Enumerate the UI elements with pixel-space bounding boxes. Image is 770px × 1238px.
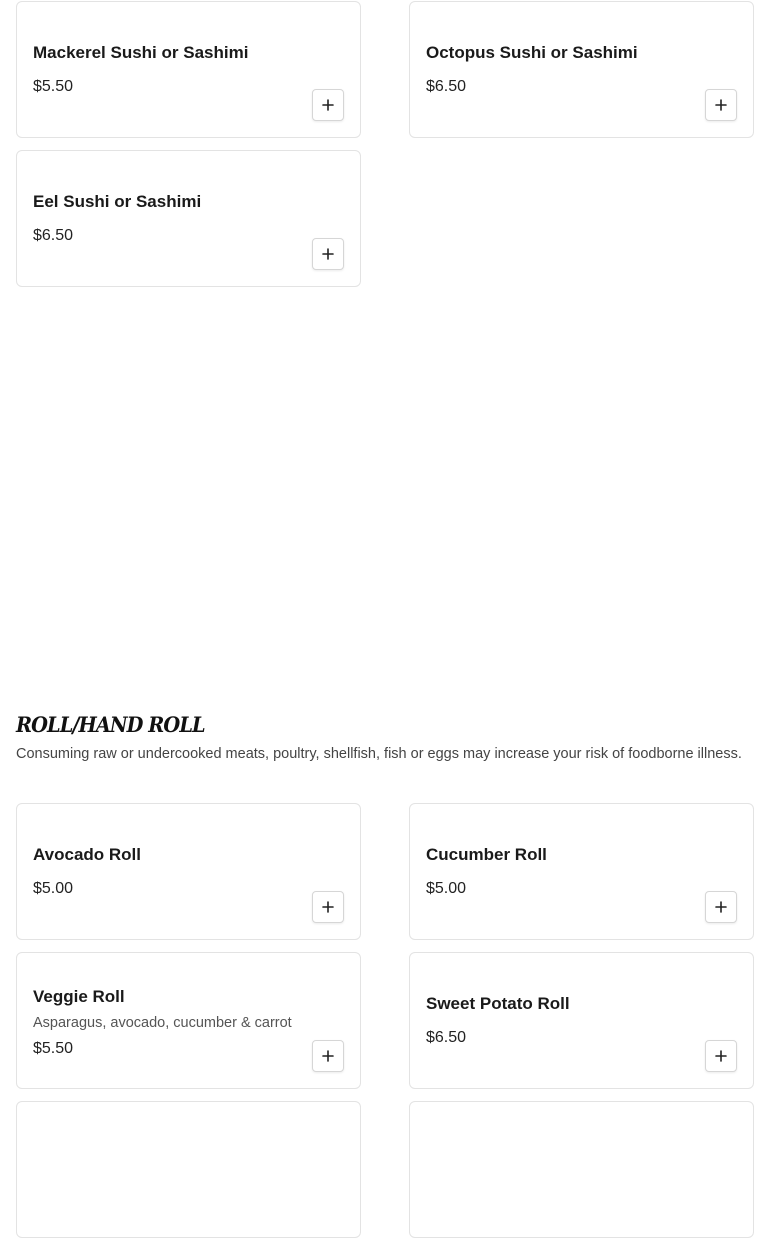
menu-item-price: $6.50 bbox=[33, 226, 74, 244]
menu-item-name: Mackerel Sushi or Sashimi bbox=[33, 42, 249, 62]
menu-item-name: Octopus Sushi or Sashimi bbox=[426, 42, 638, 62]
menu-item-price: $6.50 bbox=[426, 77, 467, 95]
plus-icon bbox=[715, 901, 727, 913]
add-to-cart-button[interactable] bbox=[705, 1040, 737, 1072]
menu-item-name: Sweet Potato Roll bbox=[426, 993, 570, 1013]
menu-item-card[interactable]: Avocado Roll $5.00 bbox=[16, 803, 361, 940]
menu-item-body: Octopus Sushi or Sashimi $6.50 bbox=[426, 2, 693, 137]
add-to-cart-button[interactable] bbox=[312, 1040, 344, 1072]
menu-item-name: Avocado Roll bbox=[33, 844, 141, 864]
menu-item-body: Eel Sushi or Sashimi $6.50 bbox=[33, 151, 300, 286]
menu-item-body: Avocado Roll $5.00 bbox=[33, 804, 300, 939]
add-to-cart-button[interactable] bbox=[312, 891, 344, 923]
plus-icon bbox=[322, 99, 334, 111]
add-to-cart-button[interactable] bbox=[705, 891, 737, 923]
menu-item-card[interactable]: Eel Sushi or Sashimi $6.50 bbox=[16, 150, 361, 287]
menu-item-body: Mackerel Sushi or Sashimi $5.50 bbox=[33, 2, 300, 137]
menu-item-body: Cucumber Roll $5.00 bbox=[426, 804, 693, 939]
menu-item-price: $5.50 bbox=[33, 77, 74, 95]
menu-item-card[interactable] bbox=[16, 1101, 361, 1238]
menu-item-card[interactable] bbox=[409, 1101, 754, 1238]
add-to-cart-button[interactable] bbox=[705, 89, 737, 121]
plus-icon bbox=[322, 248, 334, 260]
menu-item-card[interactable]: Octopus Sushi or Sashimi $6.50 bbox=[409, 1, 754, 138]
menu-item-name: Eel Sushi or Sashimi bbox=[33, 191, 202, 211]
menu-item-body: Sweet Potato Roll $6.50 bbox=[426, 953, 693, 1088]
menu-item-price: $6.50 bbox=[426, 1028, 467, 1046]
menu-item-price: $5.00 bbox=[426, 879, 467, 897]
plus-icon bbox=[715, 1050, 727, 1062]
menu-item-card[interactable]: Sweet Potato Roll $6.50 bbox=[409, 952, 754, 1089]
menu-item-card[interactable]: Veggie Roll Asparagus, avocado, cucumber… bbox=[16, 952, 361, 1089]
plus-icon bbox=[322, 1050, 334, 1062]
menu-item-card[interactable]: Cucumber Roll $5.00 bbox=[409, 803, 754, 940]
plus-icon bbox=[322, 901, 334, 913]
menu-items-grid-sushi: Mackerel Sushi or Sashimi $5.50 Octopus … bbox=[16, 1, 754, 287]
plus-icon bbox=[715, 99, 727, 111]
add-to-cart-button[interactable] bbox=[312, 89, 344, 121]
menu-item-price: $5.00 bbox=[33, 879, 74, 897]
menu-item-price: $5.50 bbox=[33, 1040, 74, 1057]
menu-items-grid-rolls: Avocado Roll $5.00 Cucumber Roll $5.00 V… bbox=[16, 803, 754, 1238]
menu-item-body: Veggie Roll Asparagus, avocado, cucumber… bbox=[33, 953, 300, 1088]
menu-item-name: Cucumber Roll bbox=[426, 844, 547, 864]
add-to-cart-button[interactable] bbox=[312, 238, 344, 270]
menu-item-description: Asparagus, avocado, cucumber & carrot bbox=[33, 1015, 292, 1031]
section-disclaimer: Consuming raw or undercooked meats, poul… bbox=[16, 746, 742, 762]
menu-item-card[interactable]: Mackerel Sushi or Sashimi $5.50 bbox=[16, 1, 361, 138]
menu-item-name: Veggie Roll bbox=[33, 987, 125, 1006]
section-title: ROLL/HAND ROLL bbox=[16, 712, 206, 737]
menu-section-header: ROLL/HAND ROLL Consuming raw or undercoo… bbox=[16, 708, 754, 765]
